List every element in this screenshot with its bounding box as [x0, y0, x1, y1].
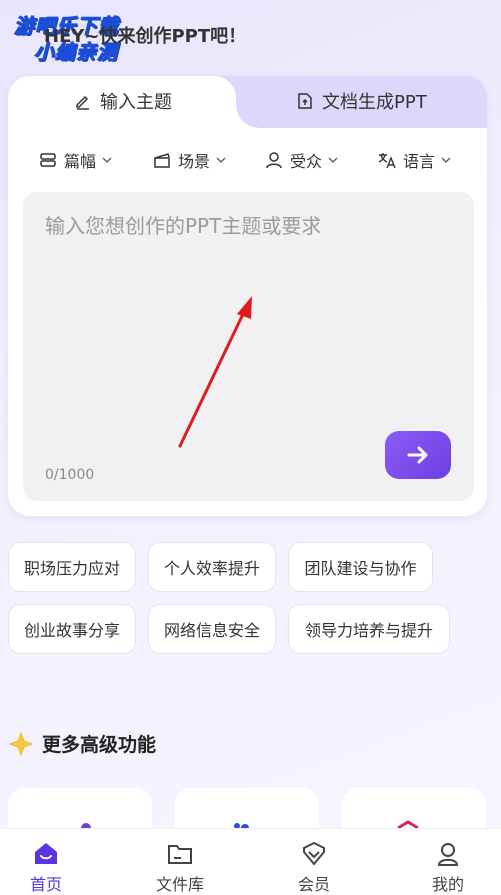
nav-member-label: 会员 [297, 875, 330, 894]
tab-input-topic[interactable]: 输入主题 [74, 88, 172, 114]
length-dropdown[interactable]: 篇幅 [38, 148, 112, 172]
nav-home[interactable]: 首页 [6, 839, 86, 895]
suggestion-chip[interactable]: 团队建设与协作 [288, 542, 433, 592]
suggestion-chip[interactable]: 网络信息安全 [148, 604, 276, 654]
clapperboard-icon [154, 153, 170, 168]
chevron-down-icon [216, 157, 226, 163]
sparkle-star-icon [8, 731, 34, 756]
suggestion-chip[interactable]: 个人效率提升 [148, 542, 276, 592]
nav-home-label: 首页 [29, 875, 62, 894]
nav-member[interactable]: 会员 [274, 839, 354, 895]
bottom-nav: 首页 文件库 会员 我的 [0, 828, 501, 895]
character-counter: 0/1000 [45, 467, 95, 483]
suggestion-chip[interactable]: 职场压力应对 [8, 542, 136, 592]
tab-input-topic-label: 输入主题 [100, 92, 172, 113]
audience-label: 受众 [290, 152, 323, 171]
more-features-header: 更多高级功能 [8, 730, 156, 757]
scene-dropdown[interactable]: 场景 [152, 148, 226, 172]
chevron-down-icon [102, 157, 112, 163]
tab-doc-to-ppt-label: 文档生成PPT [322, 92, 427, 113]
folder-icon [168, 845, 192, 864]
topic-input-placeholder: 输入您想创作的PPT主题或要求 [45, 214, 322, 238]
scene-label: 场景 [178, 152, 211, 171]
chevron-down-icon [441, 157, 451, 163]
suggestion-chip[interactable]: 领导力培养与提升 [288, 604, 450, 654]
nav-profile-label: 我的 [431, 875, 464, 894]
chevron-down-icon [328, 157, 338, 163]
home-icon [35, 843, 57, 864]
greeting-title: HEY~快来创作PPT吧！ [44, 26, 247, 47]
tab-doc-to-ppt[interactable]: 文档生成PPT [296, 88, 427, 114]
language-dropdown[interactable]: 语言 [377, 148, 451, 172]
submit-button[interactable] [385, 431, 451, 479]
arrow-right-icon [407, 446, 428, 464]
person-icon [266, 152, 282, 169]
topic-input[interactable]: 输入您想创作的PPT主题或要求 0/1000 [23, 192, 474, 501]
nav-files-label: 文件库 [155, 875, 204, 894]
upload-file-icon [298, 93, 312, 109]
nav-profile[interactable]: 我的 [408, 839, 488, 895]
pen-icon [76, 95, 89, 110]
audience-dropdown[interactable]: 受众 [264, 148, 338, 172]
more-features-title: 更多高级功能 [42, 734, 157, 756]
length-label: 篇幅 [64, 152, 97, 171]
language-label: 语言 [403, 152, 436, 171]
profile-icon [437, 843, 459, 866]
translate-icon [378, 153, 396, 169]
length-icon [40, 153, 56, 167]
nav-files[interactable]: 文件库 [140, 839, 220, 895]
suggestion-chip[interactable]: 创业故事分享 [8, 604, 136, 654]
member-icon [303, 841, 325, 866]
